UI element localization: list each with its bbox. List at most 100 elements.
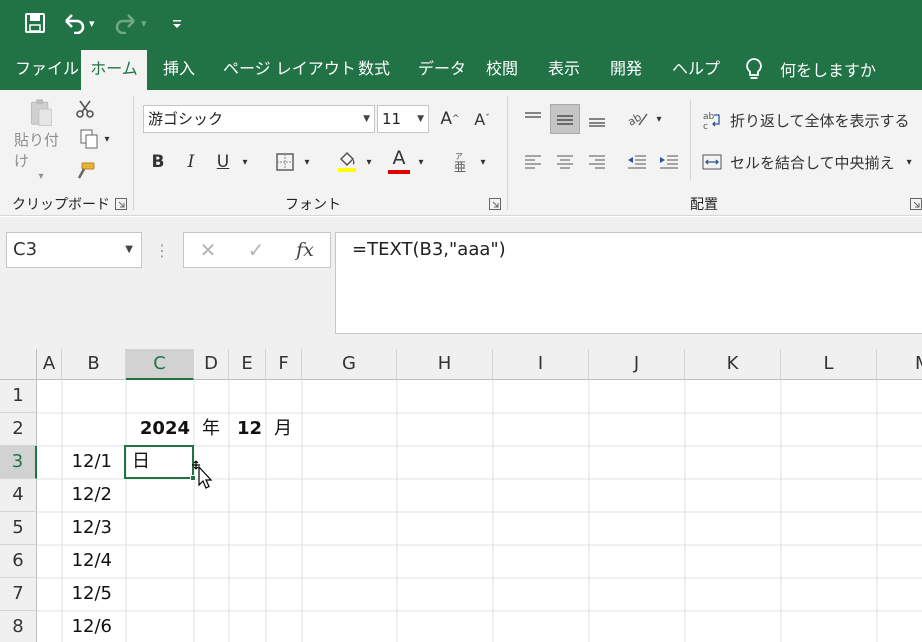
active-cell-border: [124, 445, 194, 479]
row-header-5[interactable]: 5: [0, 512, 37, 545]
alignment-launcher-icon[interactable]: [910, 198, 922, 210]
save-icon[interactable]: [24, 10, 46, 36]
increase-indent-icon[interactable]: [654, 147, 684, 177]
undo-button[interactable]: ▾: [62, 10, 95, 36]
underline-dropdown-icon[interactable]: ▾: [238, 147, 252, 177]
tab-page-layout[interactable]: ページ レイアウト: [211, 48, 368, 90]
underline-button[interactable]: U: [210, 147, 236, 177]
column-header-j[interactable]: J: [589, 349, 685, 380]
font-name-select[interactable]: 游ゴシック ▼: [143, 105, 375, 133]
shrink-font-icon[interactable]: Aˇ: [468, 104, 496, 134]
row-header-6[interactable]: 6: [0, 545, 37, 578]
cell-b5[interactable]: 12/3: [62, 512, 126, 545]
group-separator: [133, 96, 134, 210]
tab-help[interactable]: ヘルプ: [660, 48, 732, 90]
font-size-select[interactable]: 11 ▼: [377, 105, 429, 133]
redo-dropdown-icon[interactable]: ▾: [141, 17, 147, 30]
cell-b4[interactable]: 12/2: [62, 479, 126, 512]
column-header-l[interactable]: L: [781, 349, 877, 380]
tab-home[interactable]: ホーム: [81, 50, 147, 90]
tab-review[interactable]: 校閲: [474, 48, 530, 90]
formula-input[interactable]: =TEXT(B3,"aaa"): [335, 232, 922, 334]
orientation-icon[interactable]: ab: [624, 104, 652, 134]
align-right-icon[interactable]: [582, 147, 612, 177]
decrease-indent-icon[interactable]: [622, 147, 652, 177]
grow-font-icon[interactable]: A ^: [436, 104, 464, 134]
select-all-corner[interactable]: [0, 349, 37, 380]
cell-f2[interactable]: 月: [266, 413, 302, 446]
cell-d2[interactable]: 年: [194, 413, 229, 446]
italic-button[interactable]: I: [178, 147, 204, 177]
column-header-g[interactable]: G: [302, 349, 397, 380]
fill-color-dropdown-icon[interactable]: ▾: [362, 147, 376, 177]
align-middle-icon[interactable]: [550, 104, 580, 134]
column-header-f[interactable]: F: [266, 349, 302, 380]
tab-developer[interactable]: 開発: [598, 48, 654, 90]
merge-dropdown-icon[interactable]: ▾: [907, 157, 912, 168]
row-header-1[interactable]: 1: [0, 380, 37, 413]
borders-icon[interactable]: [272, 147, 298, 177]
tab-data[interactable]: データ: [406, 48, 478, 90]
align-top-icon[interactable]: [518, 104, 548, 134]
bold-button[interactable]: B: [145, 147, 171, 177]
column-header-b[interactable]: B: [62, 349, 126, 380]
phonetic-dropdown-icon[interactable]: ▾: [476, 147, 490, 177]
column-header-i[interactable]: I: [493, 349, 589, 380]
cut-icon[interactable]: [72, 96, 98, 122]
format-painter-icon[interactable]: [72, 158, 98, 184]
merge-center-button[interactable]: セルを結合して中央揃え ▾: [702, 147, 917, 177]
column-header-m[interactable]: M: [877, 349, 922, 380]
tell-me-label: 何をしますか: [780, 61, 877, 80]
clipboard-launcher-icon[interactable]: [115, 198, 127, 210]
column-header-e[interactable]: E: [229, 349, 266, 380]
row-header-4[interactable]: 4: [0, 479, 37, 512]
column-header-d[interactable]: D: [194, 349, 229, 380]
copy-dropdown-icon[interactable]: ▾: [104, 134, 109, 145]
font-launcher-icon[interactable]: [489, 198, 501, 210]
row-header-2[interactable]: 2: [0, 413, 37, 446]
cell-c2[interactable]: 2024: [126, 413, 194, 446]
tell-me-box[interactable]: 何をしますか: [744, 48, 876, 90]
confirm-entry-icon[interactable]: ✓: [242, 236, 270, 264]
cell-b7[interactable]: 12/5: [62, 578, 126, 611]
fill-color-icon[interactable]: [334, 145, 360, 177]
customize-qat-icon[interactable]: [172, 10, 182, 36]
align-left-icon[interactable]: [518, 147, 548, 177]
redo-icon: [115, 14, 135, 34]
column-header-a[interactable]: A: [37, 349, 62, 380]
copy-button[interactable]: ▾: [72, 126, 116, 152]
orientation-dropdown-icon[interactable]: ▾: [652, 104, 666, 134]
tab-insert[interactable]: 挿入: [151, 48, 207, 90]
formula-buttons: ✕ ✓ fx: [183, 232, 331, 268]
cell-b6[interactable]: 12/4: [62, 545, 126, 578]
insert-function-button[interactable]: fx: [290, 236, 320, 264]
column-header-k[interactable]: K: [685, 349, 781, 380]
row-header-3[interactable]: 3: [0, 446, 37, 479]
cell-b3[interactable]: 12/1: [62, 446, 126, 479]
wrap-text-button[interactable]: ab c 折り返して全体を表示する: [702, 105, 917, 135]
paste-button[interactable]: 貼り付け ▾: [14, 98, 68, 182]
tab-file[interactable]: ファイル: [3, 48, 91, 90]
name-box-dropdown-icon[interactable]: ▼: [125, 233, 133, 267]
tab-view[interactable]: 表示: [536, 48, 592, 90]
align-center-icon[interactable]: [550, 147, 580, 177]
borders-dropdown-icon[interactable]: ▾: [300, 147, 314, 177]
undo-icon: [65, 14, 85, 34]
redo-button[interactable]: ▾: [114, 10, 147, 36]
column-header-c[interactable]: C: [126, 349, 194, 380]
tab-formulas[interactable]: 数式: [346, 48, 402, 90]
paste-dropdown-icon[interactable]: ▾: [38, 171, 43, 182]
phonetic-guide-icon[interactable]: ア亜: [448, 147, 474, 177]
cell-b8[interactable]: 12/6: [62, 611, 126, 642]
row-header-7[interactable]: 7: [0, 578, 37, 611]
cancel-entry-icon[interactable]: ✕: [194, 236, 222, 264]
undo-dropdown-icon[interactable]: ▾: [89, 17, 95, 30]
font-size-dropdown-icon: ▼: [417, 114, 424, 124]
name-box[interactable]: C3 ▼: [6, 232, 142, 268]
align-bottom-icon[interactable]: [582, 104, 612, 134]
cell-e2[interactable]: 12: [229, 413, 266, 446]
column-header-h[interactable]: H: [397, 349, 493, 380]
row-header-8[interactable]: 8: [0, 611, 37, 642]
font-color-button[interactable]: A: [386, 145, 412, 177]
font-color-dropdown-icon[interactable]: ▾: [414, 147, 428, 177]
